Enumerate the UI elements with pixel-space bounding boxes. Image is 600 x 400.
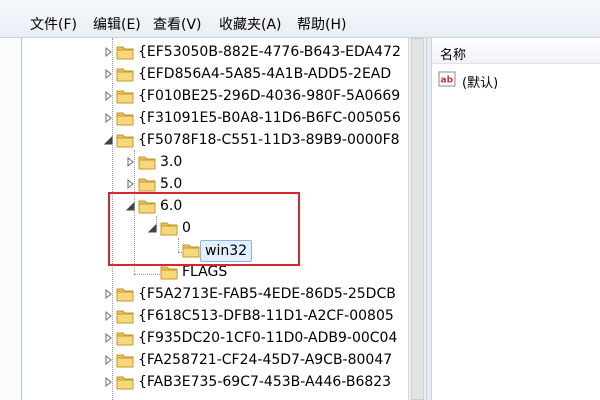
tree-node-label: 5.0 — [160, 176, 183, 192]
menu-edit[interactable]: 编辑(E) — [93, 14, 141, 34]
expand-arrow-icon[interactable] — [124, 178, 136, 190]
folder-icon — [138, 200, 156, 214]
collapse-arrow-icon[interactable] — [124, 200, 136, 212]
tree-node-label: {EF53050B-882E-4776-B643-EDA472 — [138, 44, 401, 60]
folder-icon — [138, 178, 156, 192]
menu-file[interactable]: 文件(F) — [30, 14, 77, 34]
registry-key-tree[interactable]: {EF53050B-882E-4776-B643-EDA472 {EFD856A4… — [22, 38, 408, 400]
tree-node-label: {F5A2713E-FAB5-4EDE-86D5-25DCB — [138, 286, 396, 302]
expand-arrow-icon[interactable] — [102, 46, 114, 58]
expand-arrow-icon[interactable] — [102, 376, 114, 388]
name-column-label: 名称 — [440, 48, 467, 63]
tree-node-label: {EFD856A4-5A85-4A1B-ADD5-2EAD — [138, 66, 392, 82]
folder-icon — [138, 156, 156, 170]
tree-node-label: {F5078F18-C551-11D3-89B9-0000F8 — [138, 132, 400, 148]
menu-favorites[interactable]: 收藏夹(A) — [219, 14, 282, 34]
menu-view[interactable]: 查看(V) — [153, 14, 202, 34]
tree-node-label: {F935DC20-1CF0-11D0-ADB9-00C04 — [138, 330, 398, 346]
string-value-icon: ab — [438, 71, 456, 87]
folder-icon — [160, 222, 178, 236]
folder-icon — [160, 266, 178, 280]
tree-connector-line — [178, 238, 179, 252]
expand-arrow-icon[interactable] — [102, 112, 114, 124]
scrollbar-thumb[interactable] — [411, 38, 424, 400]
tree-node-label: FLAGS — [182, 264, 228, 280]
folder-icon — [116, 68, 134, 82]
expand-arrow-icon[interactable] — [102, 90, 114, 102]
collapse-arrow-icon[interactable] — [102, 134, 114, 146]
collapse-arrow-icon[interactable] — [146, 222, 158, 234]
menu-help[interactable]: 帮助(H) — [297, 14, 346, 34]
expand-arrow-icon[interactable] — [102, 354, 114, 366]
window-left-edge — [0, 38, 22, 400]
tree-vertical-scrollbar[interactable] — [408, 38, 426, 400]
folder-icon — [116, 90, 134, 104]
tree-connector-line — [134, 150, 135, 274]
expand-arrow-icon[interactable] — [102, 310, 114, 322]
folder-icon — [116, 354, 134, 368]
folder-icon — [182, 244, 200, 258]
svg-text:ab: ab — [441, 76, 454, 86]
folder-icon — [116, 134, 134, 148]
name-column-header[interactable]: 名称 — [432, 38, 600, 64]
expand-arrow-icon[interactable] — [124, 156, 136, 168]
tree-node-label: {F31091E5-B0A8-11D6-B6FC-005056 — [138, 110, 401, 126]
tree-node-label: {F618C513-DFB8-11D1-A2CF-00805 — [138, 308, 394, 324]
tree-node-label: 6.0 — [160, 198, 183, 214]
expand-arrow-icon[interactable] — [102, 288, 114, 300]
expand-arrow-icon[interactable] — [102, 332, 114, 344]
folder-icon — [116, 310, 134, 324]
menu-bar: 文件(F) 编辑(E) 查看(V) 收藏夹(A) 帮助(H) — [0, 0, 600, 38]
tree-node-label: 0 — [182, 220, 191, 236]
tree-node-label: {FA258721-CF24-45D7-A9CB-80047 — [138, 352, 393, 368]
tree-node-label: win32 — [200, 240, 253, 262]
tree-node-label: {F010BE25-296D-4036-980F-5A0669 — [138, 88, 401, 104]
folder-icon — [116, 112, 134, 126]
tree-node-label: {FAB3E735-69C7-453B-A446-B6823 — [138, 374, 392, 390]
tree-node-label: 3.0 — [160, 154, 183, 170]
expand-arrow-icon[interactable] — [102, 68, 114, 80]
folder-icon — [116, 288, 134, 302]
folder-icon — [116, 332, 134, 346]
value-name: (默认) — [462, 76, 499, 91]
values-pane: 名称 ab (默认) — [432, 38, 600, 400]
folder-icon — [116, 376, 134, 390]
folder-icon — [116, 46, 134, 60]
